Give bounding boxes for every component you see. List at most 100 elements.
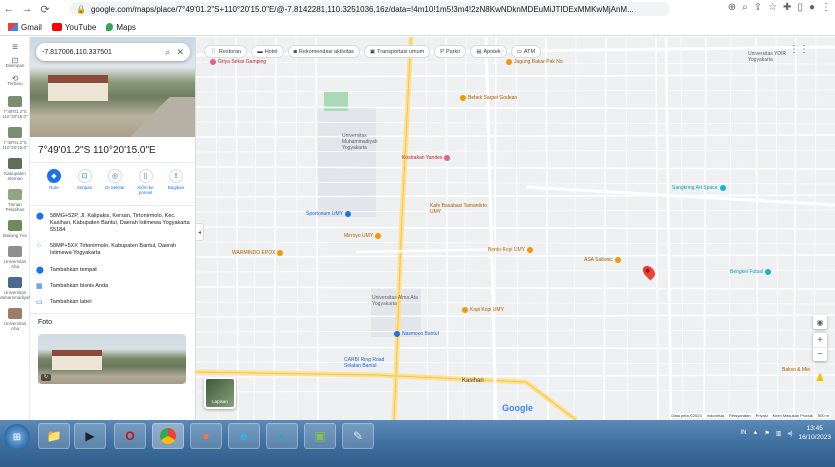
directions-button[interactable]: ◆ Rute	[40, 169, 68, 195]
lock-icon[interactable]: 🔒	[76, 5, 86, 14]
add-business-row[interactable]: ▦ Tambahkan bisnis Anda	[36, 283, 192, 290]
poi-jagung[interactable]: Jagung Bakar Pak No	[506, 59, 563, 65]
rail-recent-item[interactable]: Kabupaten Sleman	[0, 158, 30, 181]
rail-recent-item[interactable]: 7°49'01.2"S 110°20'15.0"	[0, 96, 30, 119]
explorer-icon[interactable]: 📁	[38, 423, 70, 449]
poi-kostrakan[interactable]: Kostrakan Yandes	[402, 155, 451, 161]
chip-transit[interactable]: ▣ Transportasi umum	[363, 45, 431, 58]
poi-ydir[interactable]: Universitas YDIR Yogyakarta	[748, 51, 798, 63]
edge-icon[interactable]: ◐	[266, 423, 298, 449]
add-place-row[interactable]: ⬤ Tambahkan tempat	[36, 267, 192, 274]
volume-icon[interactable]: ◂)	[787, 430, 792, 437]
rail-recent[interactable]: ⟲ Terbaru	[0, 75, 30, 87]
profile-icon[interactable]: ●	[809, 2, 815, 13]
opera-icon[interactable]: O	[114, 423, 146, 449]
rail-recent-item[interactable]: Bakung Tiur	[0, 220, 30, 238]
attribution-privacy[interactable]: Privasi	[756, 413, 768, 418]
chip-hotel[interactable]: ▬ Hotel	[251, 45, 284, 58]
address-row[interactable]: ⬤ 58MG+52P, Jl. Kalipakis, Kersan, Tirto…	[36, 213, 192, 234]
chip-pharmacy[interactable]: ▤ Apotek	[470, 45, 507, 58]
menu-icon[interactable]: ⋮	[821, 2, 831, 13]
rail-recent-item[interactable]: Universitas Aha	[0, 308, 30, 331]
tray-arrow-icon[interactable]: ▲	[752, 430, 758, 436]
poi-umy[interactable]: Universitas Muhammadiyah Yogyakarta	[342, 133, 392, 151]
chip-activities[interactable]: ◙ Rekomendasi aktivitas	[287, 45, 360, 58]
bookmark-gmail[interactable]: Gmail	[8, 23, 42, 32]
poi-bakso[interactable]: Bakso & Mie	[782, 367, 810, 373]
poi-mirroyo[interactable]: Mirroyo UMY	[344, 233, 382, 239]
poi-sportorium[interactable]: Sportorium UMY	[306, 211, 351, 217]
firefox-icon[interactable]: ●	[190, 423, 222, 449]
zoom-icon[interactable]: ⌕	[742, 2, 748, 13]
clock[interactable]: 13:45 16/10/2023	[798, 424, 831, 442]
star-icon[interactable]: ☆	[768, 2, 777, 13]
poi-asa[interactable]: ASA Saltonic	[584, 257, 621, 263]
photos-heading: Foto	[38, 319, 53, 326]
attribution-feedback[interactable]: Kirim Masukan Produk	[773, 413, 813, 418]
app-icon[interactable]: ▣	[304, 423, 336, 449]
pegman-icon[interactable]: ♟	[815, 371, 825, 385]
forward-icon[interactable]: →	[18, 0, 36, 18]
poi-nasmoco[interactable]: Nasmoco Bantul	[394, 331, 439, 337]
reload-icon[interactable]: ⟳	[36, 0, 54, 18]
share-button[interactable]: ⇪ Bagikan	[162, 169, 190, 195]
media-player-icon[interactable]: ▶	[74, 423, 106, 449]
rail-recent-item[interactable]: Taman Pelatihan	[0, 189, 30, 212]
add-label-row[interactable]: ▭ Tambahkan label	[36, 299, 192, 306]
rail-recent-item[interactable]: 7°49'01.2"S 110°20'15.0"	[0, 127, 30, 150]
extensions-icon[interactable]: ✚	[783, 2, 791, 13]
poi-griya-sekar[interactable]: Griya Sekar Gamping	[210, 59, 266, 65]
search-box[interactable]: -7.817006,110.337501 ⌕ ✕	[36, 43, 190, 61]
url-text[interactable]: google.com/maps/place/7°49'01.2"S+110°20…	[91, 5, 634, 14]
zoom-in-icon[interactable]: +	[813, 333, 827, 347]
scale-bar[interactable]: 500 m	[818, 413, 829, 418]
close-icon[interactable]: ✕	[176, 47, 184, 58]
rail-recent-item[interactable]: Universitas Aha	[0, 246, 30, 269]
poi-futsal[interactable]: Bengkel Futsal	[730, 269, 772, 275]
my-location-icon[interactable]: ◉	[813, 315, 827, 329]
ie-icon[interactable]: e	[228, 423, 260, 449]
chip-restaurant[interactable]: 🍴 Restoran	[204, 45, 248, 58]
poi-bebek[interactable]: Bebek Sarpei Godean	[460, 95, 517, 101]
address-bar[interactable]: 🔒 google.com/maps/place/7°49'01.2"S+110°…	[70, 2, 670, 16]
language-indicator[interactable]: IN	[740, 430, 746, 436]
start-button[interactable]: ⊞	[4, 424, 30, 450]
poi-sangkring[interactable]: Sangkring Art Space	[672, 185, 726, 191]
bookmark-maps[interactable]: Maps	[106, 23, 136, 32]
poi-kopikopi[interactable]: Kopi Kopi UMY	[462, 307, 504, 313]
chrome-icon[interactable]	[152, 423, 184, 449]
transit-icon: ▣	[369, 48, 376, 55]
save-button[interactable]: ⊡ Simpan	[71, 169, 99, 195]
back-icon[interactable]: ←	[0, 0, 18, 18]
rail-saved[interactable]: ⊡ Disimpan	[0, 57, 30, 69]
chip-parking[interactable]: P Parkir	[434, 45, 467, 58]
bookmark-youtube[interactable]: YouTube	[51, 23, 96, 32]
attribution-terms[interactable]: Persyaratan	[729, 413, 751, 418]
chip-atm[interactable]: ▭ ATM	[510, 45, 542, 58]
map-canvas[interactable]: ◂ 🍴 Restoran ▬ Hotel ◙ Rekomendasi aktivita…	[196, 37, 835, 420]
zoom-out-icon[interactable]: −	[813, 347, 827, 361]
send-to-phone-button[interactable]: ▯ Kirim ke ponsel	[132, 169, 160, 195]
poi-carbi[interactable]: CARBI Ring Road Selatan Bantul	[344, 357, 402, 369]
plus-code-row[interactable]: ⁘ 58MP+5XX Tirtonirmolo, Kabupaten Bantu…	[36, 243, 192, 257]
search-icon[interactable]: ⌕	[165, 47, 170, 58]
network-icon[interactable]: ▥	[776, 430, 782, 437]
poi-bento[interactable]: Bento Kopi UMY	[488, 247, 533, 253]
menu-button[interactable]: ≡	[0, 43, 30, 53]
poi-alma-ata[interactable]: Universitas Alma Ata Yogyakarta	[372, 295, 426, 307]
poi-kasihan[interactable]: Kasihan	[462, 378, 484, 384]
install-icon[interactable]: ⊕	[728, 2, 736, 13]
share-page-icon[interactable]: ⇪	[754, 2, 762, 13]
rail-recent-item[interactable]: Universitas Muhammadiyah	[0, 277, 31, 300]
paint-icon[interactable]: ✎	[342, 423, 374, 449]
poi-warmindo[interactable]: WARMINDO EPOX	[232, 250, 284, 256]
flag-icon[interactable]: ⚑	[764, 430, 769, 437]
poi-basabasi[interactable]: Kafe Basabasi Tamantirto UMY	[430, 203, 490, 215]
layers-button[interactable]: Lapisan	[204, 377, 236, 409]
photo-thumbnail[interactable]: ↻	[38, 334, 186, 384]
collapse-panel-button[interactable]: ◂	[196, 223, 204, 241]
search-input[interactable]: -7.817006,110.337501	[42, 49, 159, 56]
attribution-country[interactable]: Indonesia	[707, 413, 724, 418]
sidepanel-icon[interactable]: ▯	[797, 2, 803, 13]
nearby-button[interactable]: ◎ Di Sekitar	[101, 169, 129, 195]
